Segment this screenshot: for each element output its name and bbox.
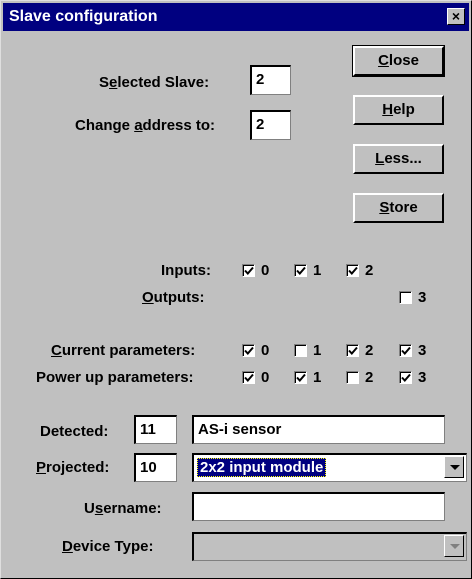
checkmark-icon xyxy=(401,346,411,355)
detected-code-field[interactable]: 11 xyxy=(134,415,177,444)
checkbox-box[interactable] xyxy=(399,371,412,384)
checkbox-label: 3 xyxy=(418,369,427,386)
help-button-label: elp xyxy=(393,101,415,118)
close-button[interactable]: Close xyxy=(352,45,445,77)
less-button[interactable]: Less... xyxy=(353,144,444,174)
selected-slave-field[interactable]: 2 xyxy=(250,65,291,95)
window-title: Slave configuration xyxy=(9,8,158,25)
checkbox-label: 0 xyxy=(261,342,270,359)
projected-label-text: rojected: xyxy=(46,459,110,476)
checkbox-box[interactable] xyxy=(294,371,307,384)
device-type-label-text: evice Type: xyxy=(72,538,154,555)
store-button[interactable]: Store xyxy=(353,193,444,223)
change-address-label-pre: Change xyxy=(75,117,135,134)
projected-label: Projected: xyxy=(36,459,109,476)
checkbox-box[interactable] xyxy=(399,344,412,357)
close-button-label: lose xyxy=(388,52,419,69)
less-button-label: ess... xyxy=(384,150,422,167)
checkbox-box[interactable] xyxy=(346,371,359,384)
change-address-label: Change address to: xyxy=(75,117,215,134)
checkmark-icon xyxy=(348,266,358,275)
checkbox-label: 3 xyxy=(418,342,427,359)
checkbox-box[interactable] xyxy=(242,264,255,277)
outputs-label: Outputs: xyxy=(142,289,205,306)
outputs-label-accel: O xyxy=(142,289,154,306)
checkmark-icon xyxy=(401,373,411,382)
checkmark-icon xyxy=(296,266,306,275)
checkmark-icon xyxy=(296,373,306,382)
checkbox-box[interactable] xyxy=(294,264,307,277)
checkbox-label: 0 xyxy=(261,369,270,386)
checkmark-icon xyxy=(244,346,254,355)
username-label-accel: s xyxy=(94,500,104,517)
checkbox-box[interactable] xyxy=(346,344,359,357)
detected-name-field[interactable]: AS-i sensor xyxy=(192,415,445,444)
close-icon[interactable]: × xyxy=(447,8,465,25)
checkbox-label: 3 xyxy=(418,289,427,306)
device-type-label: Device Type: xyxy=(62,538,153,555)
powerup-parameters-label: Power up parameters: xyxy=(36,369,194,386)
checkbox-label: 1 xyxy=(313,262,322,279)
checkbox-box[interactable] xyxy=(346,264,359,277)
title-bar[interactable]: Slave configuration × xyxy=(3,3,469,31)
device-type-select[interactable] xyxy=(192,532,467,561)
close-button-accel: C xyxy=(378,52,389,69)
detected-label: Detected: xyxy=(40,423,109,440)
chevron-down-icon[interactable] xyxy=(444,456,464,478)
slave-configuration-dialog: Slave configuration × Selected Slave: 2 … xyxy=(0,0,472,579)
checkbox-label: 2 xyxy=(365,369,374,386)
current-parameters-label: Current parameters: xyxy=(51,342,195,359)
checkbox-label: 1 xyxy=(313,369,322,386)
checkbox-box[interactable] xyxy=(242,344,255,357)
projected-module-select[interactable]: 2x2 input module xyxy=(192,453,467,482)
change-address-field[interactable]: 2 xyxy=(250,110,291,140)
checkmark-icon xyxy=(244,373,254,382)
projected-module-selected: 2x2 input module xyxy=(197,458,327,477)
checkbox-box[interactable] xyxy=(399,291,412,304)
less-button-accel: L xyxy=(375,150,385,167)
checkbox-label: 2 xyxy=(365,342,374,359)
username-label-text: ername: xyxy=(103,500,162,517)
username-field[interactable] xyxy=(192,492,445,521)
checkbox-label: 1 xyxy=(313,342,322,359)
projected-code-field[interactable]: 10 xyxy=(134,453,177,482)
checkbox-label: 2 xyxy=(365,262,374,279)
username-label: Username: xyxy=(84,500,162,517)
chevron-down-icon[interactable] xyxy=(444,535,464,557)
change-address-label-post: ddress to: xyxy=(142,117,216,134)
checkbox-label: 0 xyxy=(261,262,270,279)
current-parameters-label-accel: C xyxy=(51,342,62,359)
help-button-accel: H xyxy=(382,101,394,118)
selected-slave-label-post: lected Slave: xyxy=(117,74,210,91)
selected-slave-label-pre: S xyxy=(99,74,110,91)
checkbox-box[interactable] xyxy=(294,344,307,357)
change-address-label-accel: a xyxy=(134,117,143,134)
projected-label-accel: P xyxy=(36,459,47,476)
checkmark-icon xyxy=(348,346,358,355)
checkmark-icon xyxy=(244,266,254,275)
selected-slave-label: Selected Slave: xyxy=(99,74,209,91)
store-button-label: tore xyxy=(389,199,418,216)
current-parameters-label-text: urrent parameters: xyxy=(61,342,196,359)
outputs-label-text: utputs: xyxy=(153,289,205,306)
store-button-accel: S xyxy=(379,199,390,216)
help-button[interactable]: Help xyxy=(353,95,444,125)
checkbox-box[interactable] xyxy=(242,371,255,384)
inputs-label: Inputs: xyxy=(161,262,211,279)
username-label-pre: U xyxy=(84,500,95,517)
device-type-label-accel: D xyxy=(62,538,73,555)
